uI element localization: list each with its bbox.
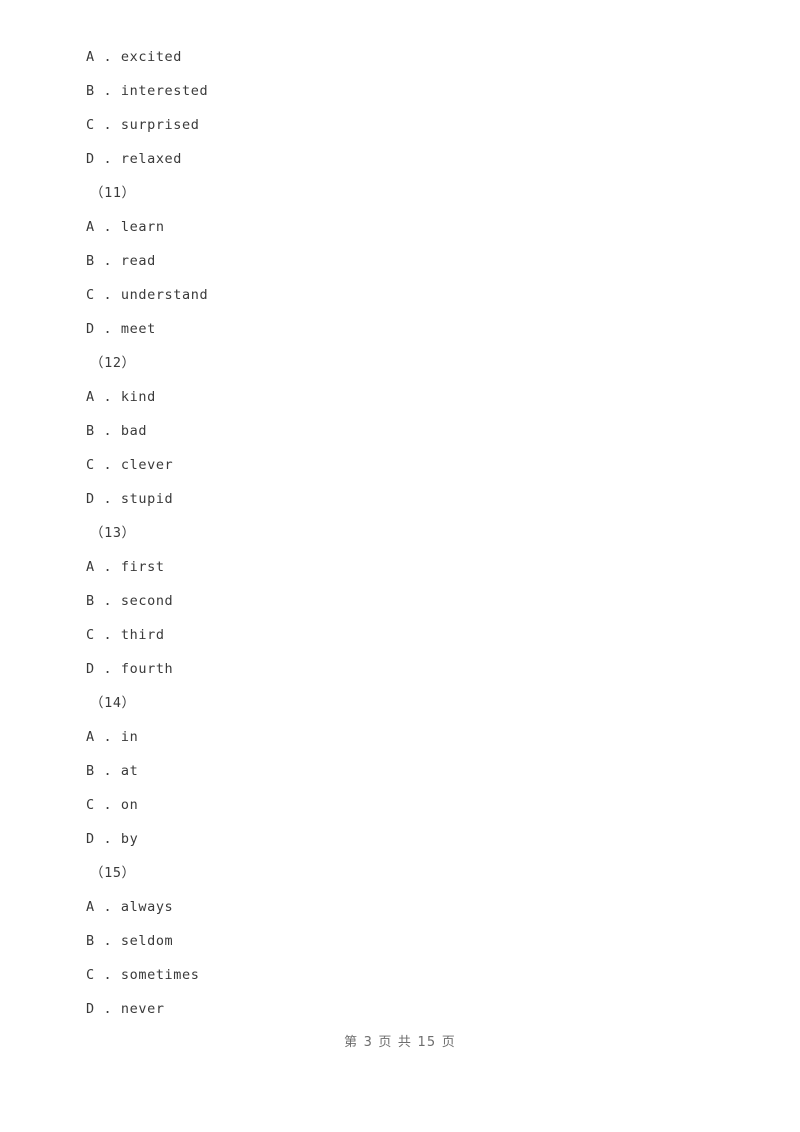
option-line[interactable]: A . kind: [86, 380, 726, 414]
option-line[interactable]: B . bad: [86, 414, 726, 448]
option-line[interactable]: D . relaxed: [86, 142, 726, 176]
option-line[interactable]: D . meet: [86, 312, 726, 346]
option-line[interactable]: B . seldom: [86, 924, 726, 958]
question-number-label: （11）: [90, 185, 136, 201]
option-line[interactable]: C . sometimes: [86, 958, 726, 992]
option-line[interactable]: D . fourth: [86, 652, 726, 686]
option-line[interactable]: B . second: [86, 584, 726, 618]
option-line[interactable]: C . surprised: [86, 108, 726, 142]
question-number-label: （12）: [90, 355, 136, 371]
option-line[interactable]: D . never: [86, 992, 726, 1026]
option-line[interactable]: C . understand: [86, 278, 726, 312]
option-line[interactable]: A . learn: [86, 210, 726, 244]
option-line[interactable]: D . stupid: [86, 482, 726, 516]
question-number-label: （13）: [90, 525, 136, 541]
option-line[interactable]: C . clever: [86, 448, 726, 482]
option-line[interactable]: C . third: [86, 618, 726, 652]
option-line[interactable]: A . in: [86, 720, 726, 754]
question-number-label: （15）: [90, 865, 136, 881]
option-line[interactable]: A . first: [86, 550, 726, 584]
option-line[interactable]: B . read: [86, 244, 726, 278]
option-line[interactable]: D . by: [86, 822, 726, 856]
question-number-label: （14）: [90, 695, 136, 711]
question-options-container: A . excited B . interested C . surprised D …: [86, 40, 726, 1026]
option-line[interactable]: B . interested: [86, 74, 726, 108]
page-footer: 第 3 页 共 15 页: [344, 1035, 456, 1050]
option-line[interactable]: A . excited: [86, 40, 726, 74]
option-line[interactable]: B . at: [86, 754, 726, 788]
option-line[interactable]: C . on: [86, 788, 726, 822]
option-line[interactable]: A . always: [86, 890, 726, 924]
document-page: A . excited B . interested C . surprised D …: [0, 0, 800, 1132]
